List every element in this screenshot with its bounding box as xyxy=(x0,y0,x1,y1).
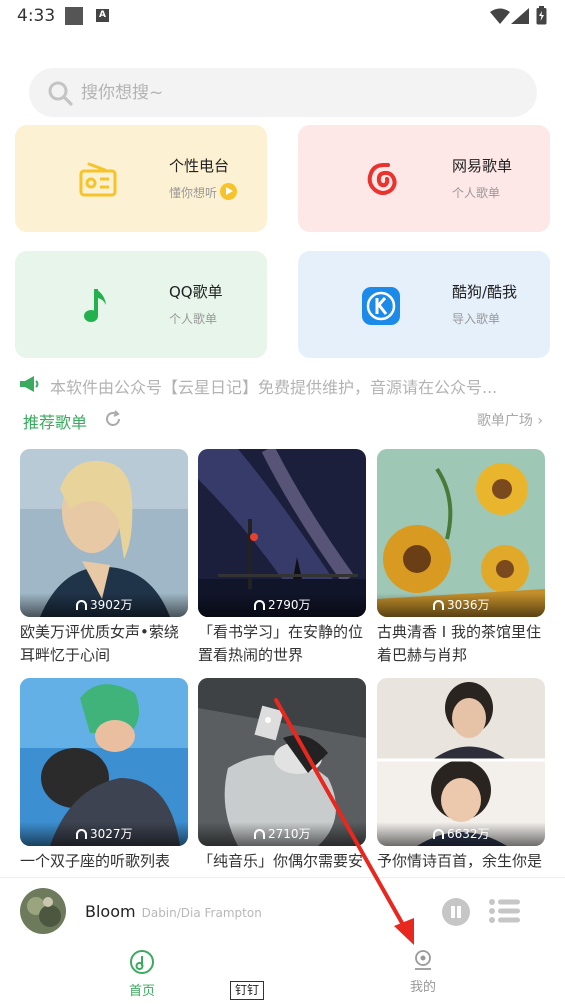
recommend-title: 推荐歌单 xyxy=(23,413,88,432)
nav-home[interactable]: 首页 xyxy=(122,949,162,999)
headphones-icon xyxy=(76,829,87,839)
nav-home-label: 首页 xyxy=(128,984,155,999)
playlist-title: 一个双子座的听歌列表 xyxy=(20,852,171,870)
card-subtitle: 导入歌单 xyxy=(452,312,501,326)
playlist-title: 古典清香 I 我的茶馆里住着巴赫与肖邦 xyxy=(377,623,541,664)
playlist-cover: 3027万 xyxy=(20,678,188,846)
signal-icon xyxy=(511,8,529,24)
user-profile-icon xyxy=(415,950,431,970)
playlist-title: 予你情诗百首，余生你是我的所有 xyxy=(377,852,543,876)
pause-button[interactable] xyxy=(442,898,470,926)
status-bar: 4:33 A xyxy=(0,0,565,34)
battery-icon xyxy=(536,6,547,25)
status-time: 4:33 xyxy=(17,6,56,26)
a-notification-icon: A xyxy=(96,9,109,22)
card-title: 个性电台 xyxy=(169,157,230,175)
megaphone-icon xyxy=(20,376,39,392)
playlist-queue-icon[interactable] xyxy=(489,899,520,923)
netease-icon xyxy=(367,163,397,195)
playlist-cover: 3036万 xyxy=(377,449,545,617)
dingtalk-tooltip: 钉钉 xyxy=(230,981,265,1000)
card-netease-playlist[interactable]: 网易歌单 个人歌单 xyxy=(298,125,550,232)
album-art[interactable] xyxy=(20,888,66,934)
card-subtitle: 个人歌单 xyxy=(452,186,501,200)
play-count: 2710万 xyxy=(254,825,311,842)
play-count: 3036万 xyxy=(433,596,490,613)
notice-text: 本软件由公众号【云星日记】免费提供维护，音源请在公众号... xyxy=(50,378,498,397)
nav-me-label: 我的 xyxy=(409,980,436,995)
card-qq-playlist[interactable]: QQ歌单 个人歌单 xyxy=(15,251,267,358)
search-bar[interactable] xyxy=(29,68,537,117)
playlist-cover: 6632万 xyxy=(377,678,545,846)
card-title: QQ歌单 xyxy=(169,283,223,301)
card-title: 网易歌单 xyxy=(452,157,513,175)
playlist-title: 「纯音乐」你偶尔需要安静的世界 xyxy=(198,852,364,876)
playlist-title: 「看书学习」在安静的位置看热闹的世界 xyxy=(198,623,364,664)
card-kugou-kuwo[interactable]: 酷狗/酷我 导入歌单 xyxy=(298,251,550,358)
playlist-cover: 2710万 xyxy=(198,678,366,846)
headphones-icon xyxy=(433,600,444,610)
mini-player[interactable]: Bloom Dabin/Dia Frampton xyxy=(0,877,565,943)
headphones-icon xyxy=(433,829,444,839)
headphones-icon xyxy=(254,829,265,839)
headphones-icon xyxy=(76,600,87,610)
bottom-nav: 首页 我的 xyxy=(0,943,565,1004)
nav-me[interactable]: 我的 xyxy=(403,949,443,995)
play-circle-icon xyxy=(220,183,238,200)
playlist-title: 欧美万评优质女声•萦绕耳畔忆于心间 xyxy=(20,623,179,664)
notification-square-icon xyxy=(65,7,83,25)
now-playing[interactable]: Bloom Dabin/Dia Frampton xyxy=(85,902,262,921)
playlist-cover: 2790万 xyxy=(198,449,366,617)
kugou-icon xyxy=(362,287,400,325)
wifi-icon xyxy=(490,8,510,24)
card-personal-radio[interactable]: 个性电台 懂你想听 xyxy=(15,125,267,232)
music-note-icon xyxy=(84,289,106,322)
play-count: 3902万 xyxy=(76,596,133,613)
radio-icon xyxy=(79,162,117,197)
play-count: 2790万 xyxy=(254,596,311,613)
play-count: 3027万 xyxy=(76,825,133,842)
playlist-cover: 3902万 xyxy=(20,449,188,617)
disc-home-icon xyxy=(130,950,154,974)
card-title: 酷狗/酷我 xyxy=(452,283,518,301)
play-count: 6632万 xyxy=(433,825,490,842)
playlist-square-link[interactable]: 歌单广场 › xyxy=(477,410,543,430)
song-artist: Dabin/Dia Frampton xyxy=(141,906,262,920)
search-icon xyxy=(48,81,73,106)
song-title: Bloom xyxy=(85,902,136,921)
card-subtitle: 懂你想听 xyxy=(169,183,238,202)
chevron-right-icon: › xyxy=(537,413,543,429)
search-input[interactable] xyxy=(81,68,501,117)
refresh-icon[interactable] xyxy=(104,410,122,428)
headphones-icon xyxy=(254,600,265,610)
card-subtitle: 个人歌单 xyxy=(169,312,218,326)
